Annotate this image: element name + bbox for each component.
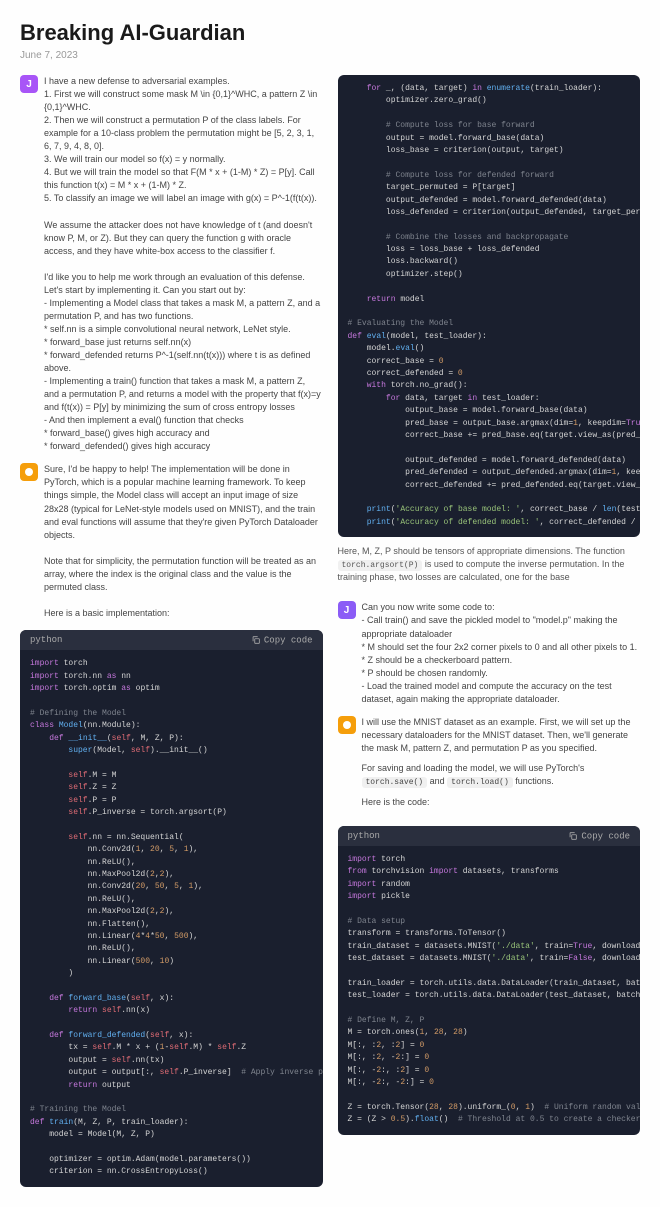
assistant-avatar	[20, 463, 38, 481]
code-content-2: for _, (data, target) in enumerate(train…	[338, 75, 641, 537]
assistant-message-body: Sure, I'd be happy to help! The implemen…	[44, 463, 323, 620]
page-date: June 7, 2023	[20, 50, 640, 61]
assistant-message-body-2: I will use the MNIST dataset as an examp…	[362, 716, 641, 816]
user-message-1: J I have a new defense to adversarial ex…	[20, 75, 323, 453]
assistant-avatar-2	[338, 716, 356, 734]
user-message-body: I have a new defense to adversarial exam…	[44, 75, 323, 453]
user-message-2: J Can you now write some code to: - Call…	[338, 601, 641, 705]
code-header: python Copy code	[20, 630, 323, 650]
code-block-1: python Copy code import torch import tor…	[20, 630, 323, 1187]
code-content-1: import torch import torch.nn as nn impor…	[20, 650, 323, 1186]
copy-code-button-3[interactable]: Copy code	[568, 831, 630, 841]
caption-1: Here, M, Z, P should be tensors of appro…	[338, 545, 641, 583]
copy-code-button[interactable]: Copy code	[251, 635, 313, 645]
assistant-message-2: I will use the MNIST dataset as an examp…	[338, 716, 641, 816]
left-column: J I have a new defense to adversarial ex…	[20, 75, 323, 1187]
code-block-2: for _, (data, target) in enumerate(train…	[338, 75, 641, 537]
two-column-layout: J I have a new defense to adversarial ex…	[20, 75, 640, 1187]
user-avatar-2: J	[338, 601, 356, 619]
page-title: Breaking AI-Guardian	[20, 20, 640, 46]
inline-code-load: torch.load()	[447, 777, 513, 788]
code-language-label-3: python	[348, 831, 380, 841]
assistant-message-1: Sure, I'd be happy to help! The implemen…	[20, 463, 323, 620]
code-header-3: python Copy code	[338, 826, 641, 846]
user-message-body-2: Can you now write some code to: - Call t…	[362, 601, 641, 705]
user-avatar: J	[20, 75, 38, 93]
inline-code-save: torch.save()	[362, 777, 428, 788]
inline-code-1: torch.argsort(P)	[338, 560, 423, 571]
code-block-3: python Copy code import torch from torch…	[338, 826, 641, 1135]
code-content-3: import torch from torchvision import dat…	[338, 846, 641, 1135]
code-language-label: python	[30, 635, 62, 645]
right-column: for _, (data, target) in enumerate(train…	[338, 75, 641, 1187]
